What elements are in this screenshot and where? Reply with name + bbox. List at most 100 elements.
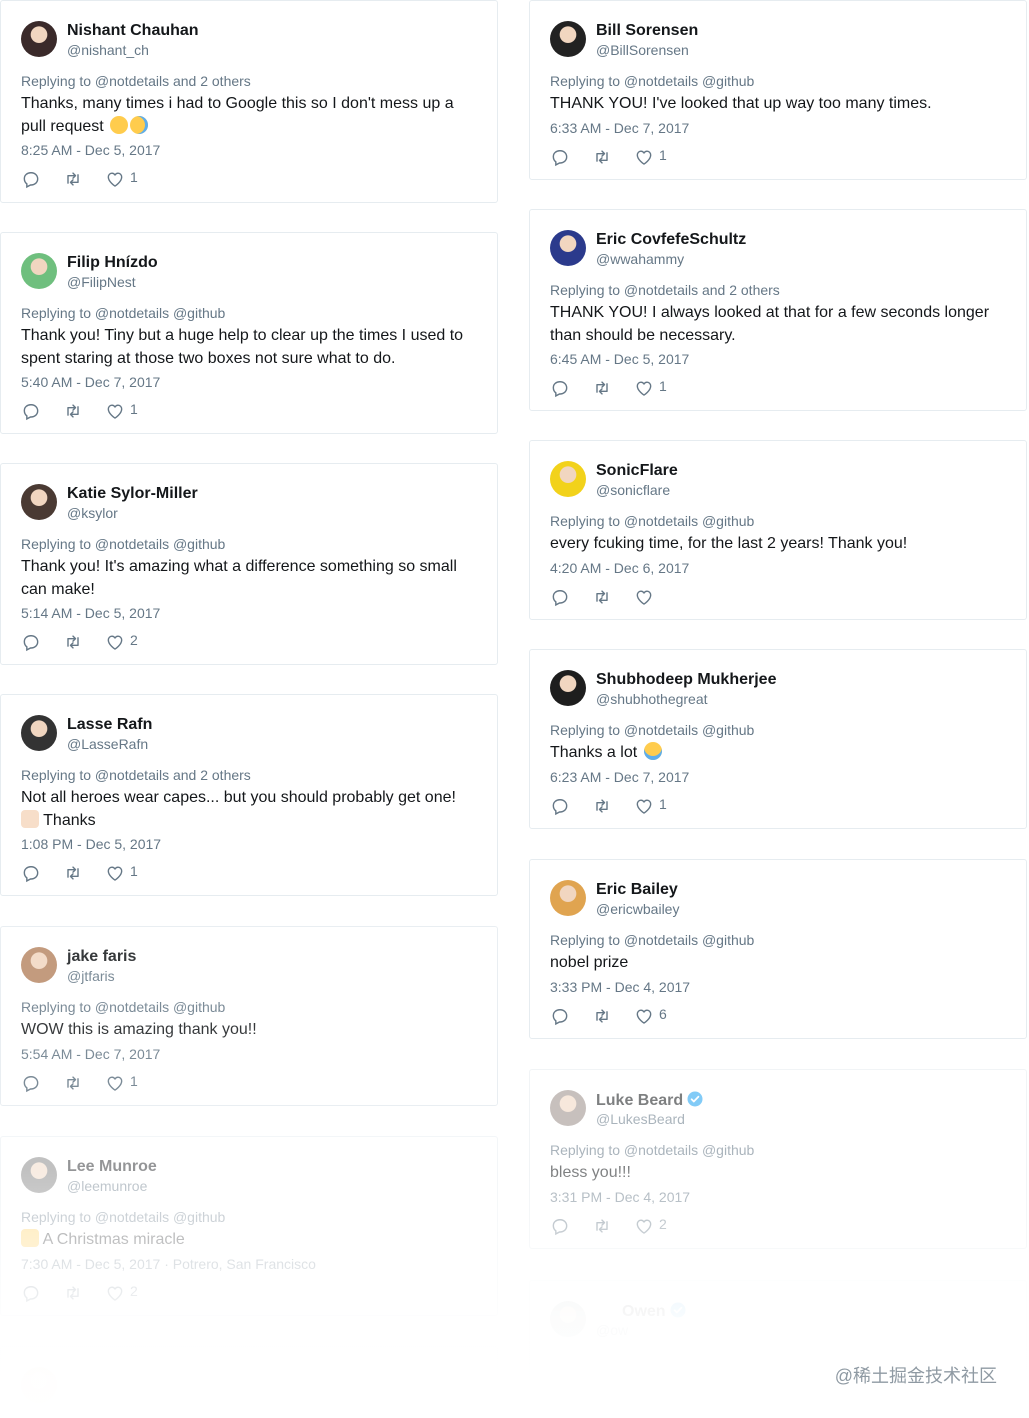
author-handle[interactable]: @ericwbailey [596,901,679,917]
retweet-button[interactable] [592,796,612,816]
retweet-button[interactable] [592,1216,612,1236]
tweet-timestamp[interactable]: 5:54 AM - Dec 7, 2017 [21,1046,160,1062]
author-handle[interactable]: @LasseRafn [67,736,148,752]
author-handle[interactable]: @jtfaris [67,968,115,984]
like-button[interactable]: 1 [634,147,679,167]
like-button[interactable]: 1 [105,169,150,189]
avatar[interactable] [550,1301,586,1337]
author-name[interactable]: Eric Bailey [596,881,678,899]
retweet-button[interactable] [592,1006,612,1026]
like-button[interactable]: 1 [105,863,150,883]
author-name[interactable]: Bill Sorensen [596,22,698,40]
retweet-button[interactable] [63,632,83,652]
reply-button[interactable] [550,378,570,398]
author-handle[interactable]: @nishant_ch [67,42,149,58]
author-handle[interactable]: @LukesBeard [596,1111,685,1127]
tweet-timestamp[interactable]: 1:08 PM - Dec 5, 2017 [21,836,161,852]
author-handle[interactable]: @sonicflare [596,482,670,498]
avatar[interactable] [550,230,586,266]
author-name[interactable]: Filip Hnízdo [67,254,158,272]
tweet-timestamp[interactable]: 3:33 PM - Dec 4, 2017 [550,979,690,995]
tweet-timestamp[interactable]: 5:40 AM - Dec 7, 2017 [21,374,160,390]
tweet-card[interactable]: jake faris @jtfaris Replying to @notdeta… [0,926,498,1106]
avatar[interactable] [21,715,57,751]
author-name[interactable]: Shubhodeep Mukherjee [596,671,776,689]
tweet-card[interactable]: Owen @ow [529,1280,1027,1418]
tweet-card[interactable]: Eric Bailey @ericwbailey Replying to @no… [529,859,1027,1039]
tweet-timestamp[interactable]: 6:23 AM - Dec 7, 2017 [550,769,689,785]
tweet-timestamp[interactable]: 7:30 AM - Dec 5, 2017 · Potrero, San Fra… [21,1256,316,1272]
reply-button[interactable] [21,632,41,652]
author-handle[interactable]: @ow [596,1322,628,1338]
author-name[interactable]: Luke Beard [596,1091,703,1112]
like-button[interactable] [634,587,679,607]
retweet-button[interactable] [63,863,83,883]
reply-button[interactable] [21,401,41,421]
like-button[interactable]: 2 [105,1283,150,1303]
tweet-timestamp[interactable]: 3:31 PM - Dec 4, 2017 [550,1189,690,1205]
tweet-timestamp[interactable]: 6:33 AM - Dec 7, 2017 [550,120,689,136]
reply-button[interactable] [550,1006,570,1026]
author-name[interactable]: Lee Munroe [67,1158,157,1176]
tweet-card[interactable]: Nishant Chauhan @nishant_ch Replying to … [0,0,498,203]
tweet-card[interactable]: Lasse Rafn @LasseRafn Replying to @notde… [0,694,498,896]
like-button[interactable]: 1 [105,401,150,421]
tweet-timestamp[interactable]: 5:14 AM - Dec 5, 2017 [21,605,160,621]
tweet-timestamp[interactable]: 4:20 AM - Dec 6, 2017 [550,560,689,576]
retweet-button[interactable] [592,147,612,167]
retweet-button[interactable] [592,378,612,398]
tweet-card[interactable]: SonicFlare @sonicflare Replying to @notd… [529,440,1027,620]
author-handle[interactable]: @BillSorensen [596,42,689,58]
tweet-card[interactable]: Shubhodeep Mukherjee @shubhothegreat Rep… [529,649,1027,829]
avatar[interactable] [21,1157,57,1193]
avatar[interactable] [550,1090,586,1126]
author-name[interactable]: Eric CovfefeSchultz [596,231,746,249]
tweet-card[interactable]: Bill Sorensen @BillSorensen Replying to … [529,0,1027,180]
tweet-timestamp[interactable]: 8:25 AM - Dec 5, 2017 [21,142,160,158]
tweet-card[interactable]: Eric CovfefeSchultz @wwahammy Replying t… [529,209,1027,411]
tweet-card[interactable]: Katie Sylor-Miller @ksylor Replying to @… [0,463,498,665]
reply-button[interactable] [550,1216,570,1236]
author-handle[interactable]: @shubhothegreat [596,691,708,707]
reply-button[interactable] [21,863,41,883]
avatar[interactable] [21,484,57,520]
like-button[interactable]: 1 [634,796,679,816]
avatar[interactable] [21,253,57,289]
tweet-card[interactable]: Luke Beard @LukesBeard Replying to @notd… [529,1069,1027,1249]
like-button[interactable]: 1 [105,1073,150,1093]
author-name[interactable]: Nishant Chauhan [67,22,199,40]
reply-button[interactable] [21,1283,41,1303]
avatar[interactable] [21,21,57,57]
tweet-card[interactable]: Filip Hnízdo @FilipNest Replying to @not… [0,232,498,434]
avatar[interactable] [550,880,586,916]
avatar[interactable] [21,947,57,983]
retweet-button[interactable] [592,587,612,607]
retweet-button[interactable] [63,401,83,421]
reply-button[interactable] [550,147,570,167]
author-name[interactable]: Owen [622,1302,686,1323]
reply-button[interactable] [550,796,570,816]
tweet-card[interactable]: Lee Munroe @leemunroe Replying to @notde… [0,1136,498,1316]
retweet-button[interactable] [63,1073,83,1093]
like-button[interactable]: 2 [634,1216,679,1236]
like-button[interactable]: 2 [105,632,150,652]
author-handle[interactable]: @leemunroe [67,1178,147,1194]
author-name[interactable]: SonicFlare [596,462,678,480]
avatar[interactable] [550,21,586,57]
author-name[interactable]: Katie Sylor-Miller [67,485,198,503]
author-handle[interactable]: @wwahammy [596,251,684,267]
like-button[interactable]: 1 [634,378,679,398]
reply-button[interactable] [550,587,570,607]
author-name[interactable]: Lasse Rafn [67,716,152,734]
avatar[interactable] [550,461,586,497]
like-button[interactable]: 6 [634,1006,679,1026]
avatar[interactable] [550,670,586,706]
retweet-button[interactable] [63,1283,83,1303]
reply-button[interactable] [21,169,41,189]
author-handle[interactable]: @ksylor [67,505,118,521]
author-name[interactable]: jake faris [67,948,136,966]
tweet-timestamp[interactable]: 6:45 AM - Dec 5, 2017 [550,351,689,367]
retweet-button[interactable] [63,169,83,189]
reply-button[interactable] [21,1073,41,1093]
author-handle[interactable]: @FilipNest [67,274,136,290]
